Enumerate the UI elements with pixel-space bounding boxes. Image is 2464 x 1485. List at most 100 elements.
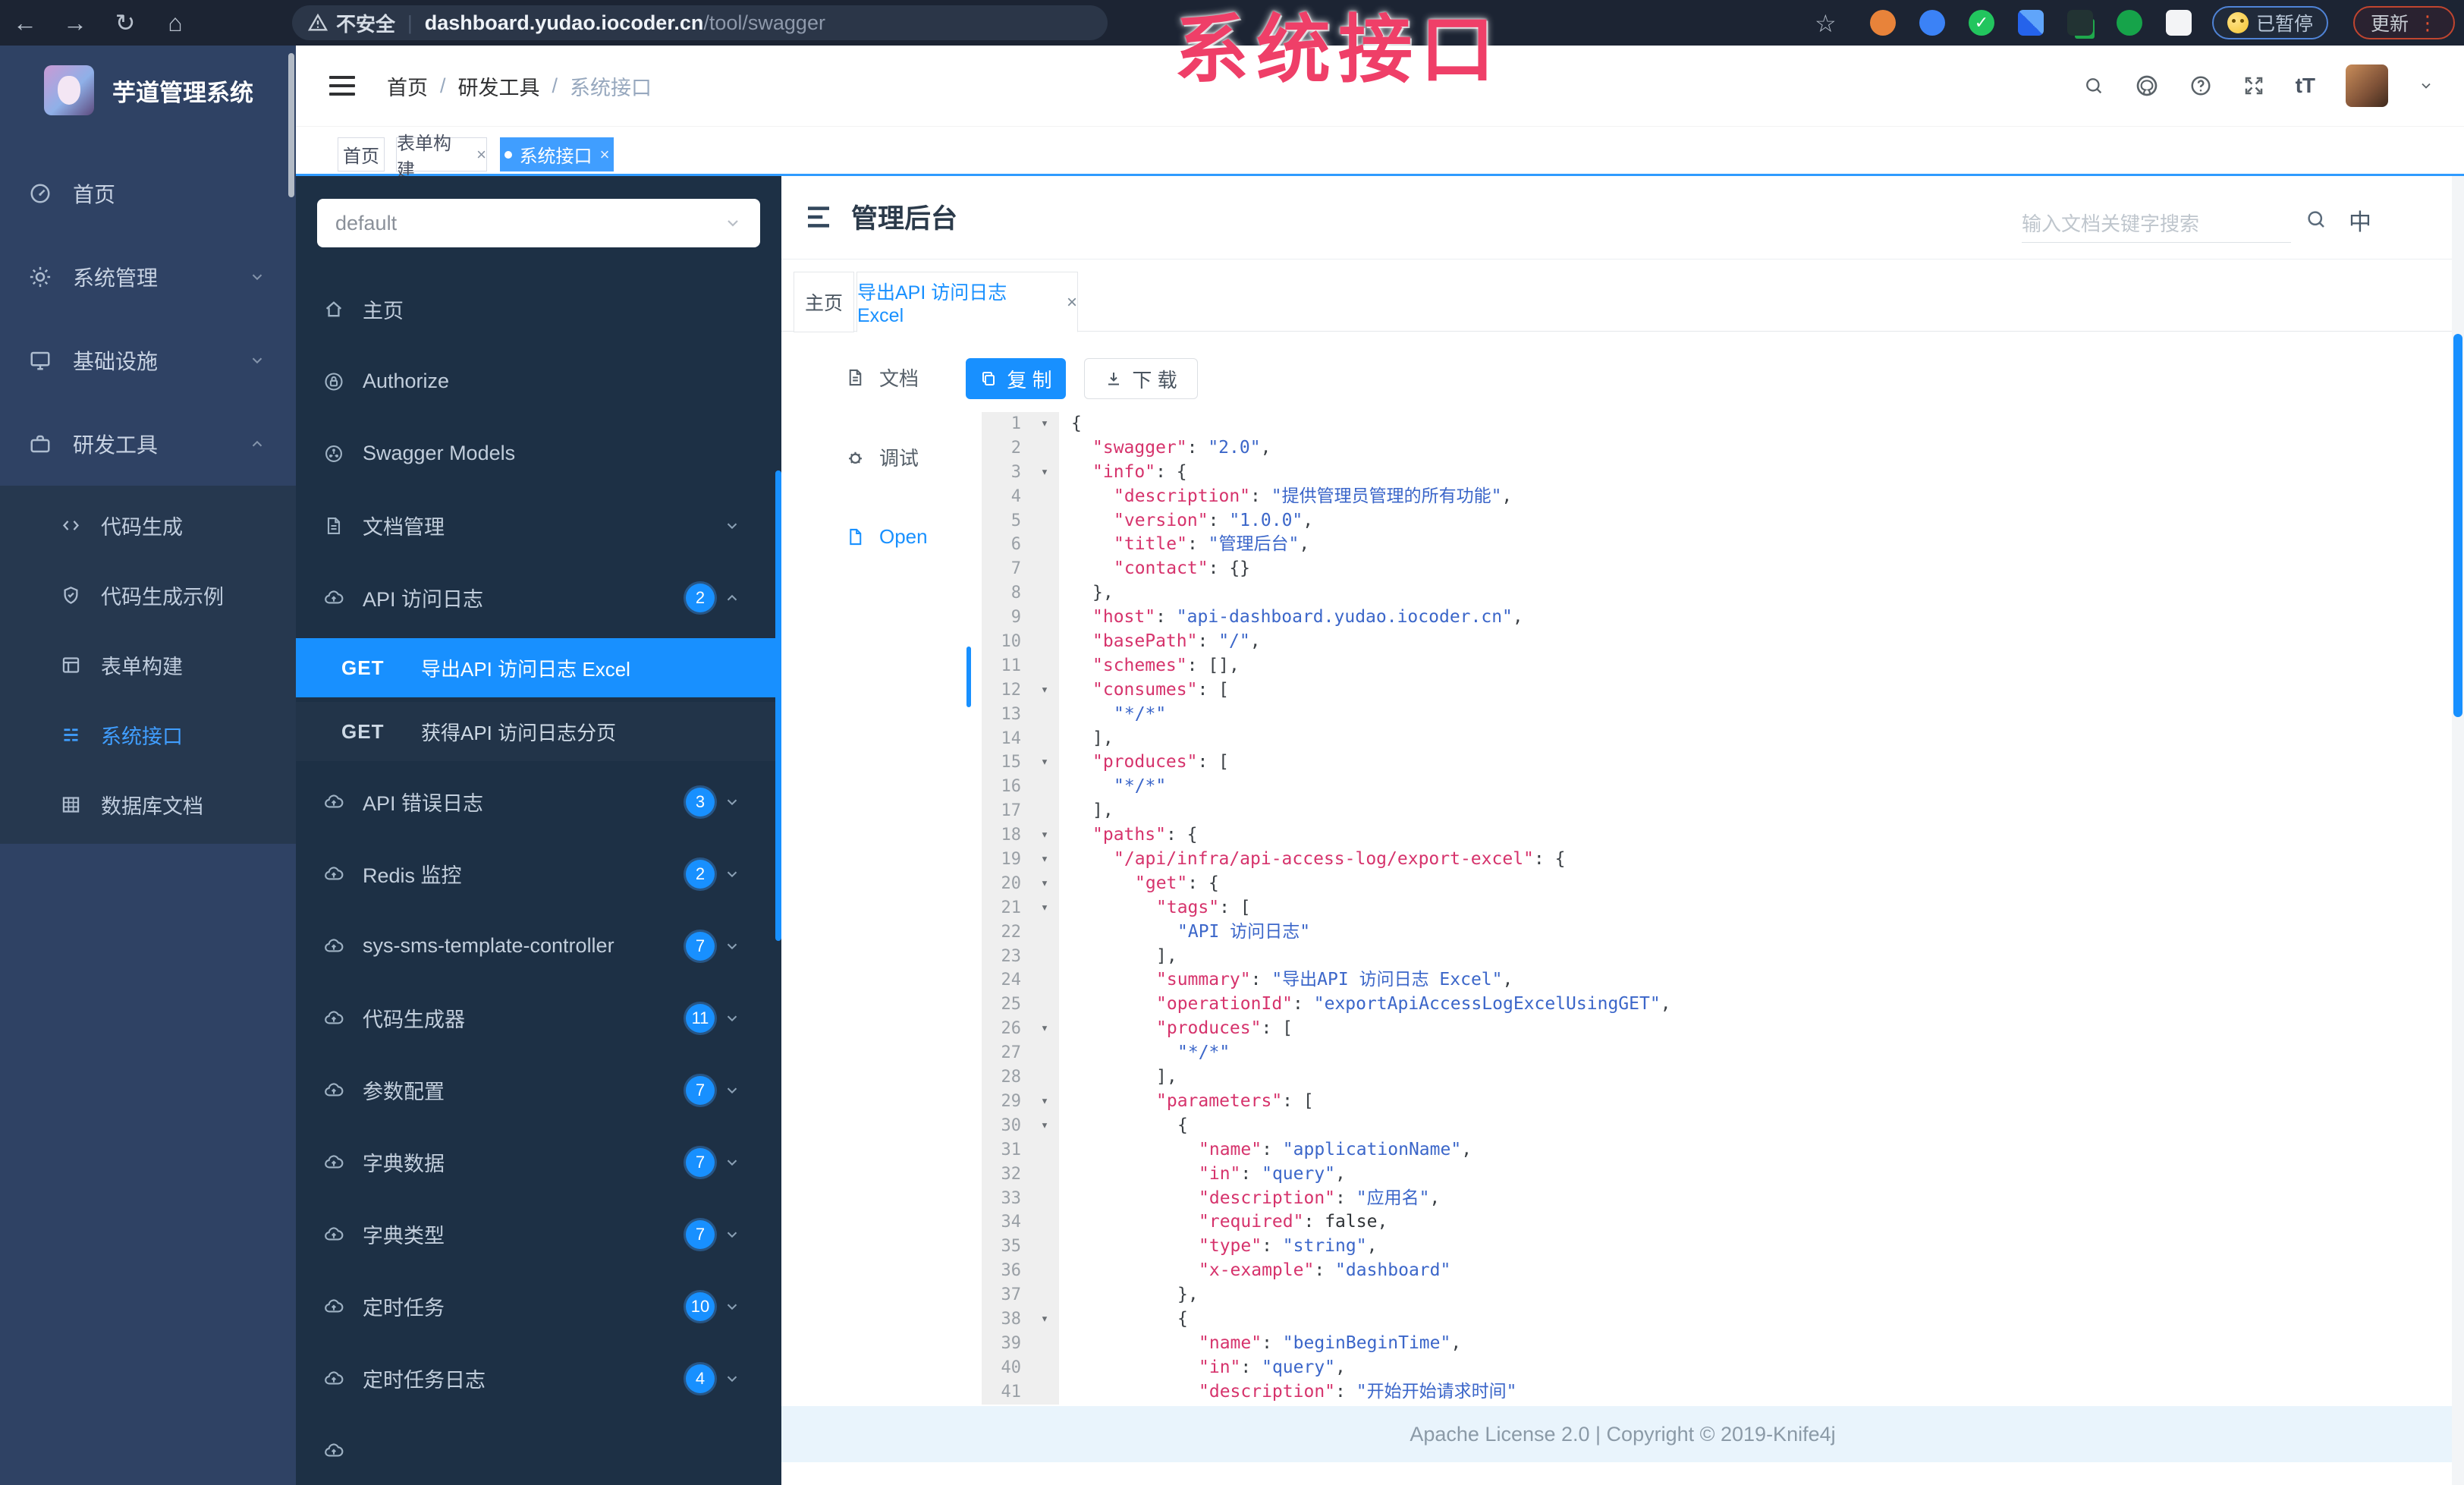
rail-item-open[interactable]: Open bbox=[781, 510, 971, 563]
fullscreen-icon[interactable] bbox=[2242, 74, 2265, 97]
insecure-warning-icon bbox=[308, 14, 328, 31]
api-operation-row[interactable]: GET 获得API 访问日志分页 bbox=[296, 702, 781, 761]
close-icon[interactable] bbox=[1067, 291, 1077, 313]
breadcrumb-tools[interactable]: 研发工具 bbox=[458, 71, 540, 101]
submenu-item-icon bbox=[62, 656, 80, 673]
swagger-menu-item[interactable]: 字典数据 7 bbox=[296, 1126, 781, 1198]
download-button[interactable]: 下 载 bbox=[1084, 358, 1198, 399]
swagger-menu-item[interactable]: 定时任务 10 bbox=[296, 1270, 781, 1342]
extension-icon-green-check[interactable]: ✓ bbox=[1969, 10, 1994, 36]
code-line: 2 "swagger": "2.0", bbox=[982, 436, 2453, 461]
api-group-select[interactable]: default bbox=[317, 199, 760, 247]
close-icon[interactable] bbox=[476, 145, 486, 165]
swagger-menu-item[interactable]: Authorize bbox=[296, 345, 781, 417]
extension-icon-leaf[interactable] bbox=[2117, 10, 2142, 36]
rail-item-debug[interactable]: 调试 bbox=[781, 430, 971, 483]
chevron-icon bbox=[727, 594, 737, 601]
code-line: 20 ▾ "get": { bbox=[982, 871, 2453, 896]
avatar-caret-icon[interactable] bbox=[2418, 78, 2434, 93]
code-line: 13 "*/*" bbox=[982, 702, 2453, 727]
font-size-icon[interactable]: tT bbox=[2296, 74, 2315, 98]
doc-tab-export-api[interactable]: 导出API 访问日志 Excel bbox=[856, 272, 1078, 332]
sidebar-menu-item[interactable]: 研发工具 bbox=[0, 402, 296, 486]
sidebar-menu-item[interactable]: 系统管理 bbox=[0, 235, 296, 319]
copy-button[interactable]: 复 制 bbox=[966, 358, 1066, 399]
breadcrumb: 首页 / 研发工具 / 系统接口 bbox=[387, 71, 652, 101]
swagger-menu-item[interactable]: 文档管理 bbox=[296, 489, 781, 562]
swagger-menu-item[interactable]: 参数配置 7 bbox=[296, 1054, 781, 1126]
swagger-scrollbar-thumb[interactable] bbox=[775, 470, 781, 941]
bug-icon bbox=[847, 451, 863, 464]
chevron-icon bbox=[727, 870, 737, 877]
swagger-item-icon bbox=[325, 1370, 344, 1384]
swagger-menu-item[interactable]: Redis 监控 2 bbox=[296, 838, 781, 910]
code-line: 10 "basePath": "/", bbox=[982, 630, 2453, 654]
swagger-menu-item[interactable] bbox=[296, 1414, 781, 1485]
extension-icon-blue[interactable] bbox=[1919, 10, 1945, 36]
app-logo-row[interactable]: 芋道管理系统 bbox=[0, 46, 296, 135]
browser-reload-icon[interactable] bbox=[100, 8, 150, 37]
hamburger-icon[interactable] bbox=[329, 71, 355, 101]
extension-icon-orange[interactable] bbox=[1870, 10, 1896, 36]
github-icon[interactable] bbox=[2135, 74, 2159, 98]
swagger-menu-item[interactable]: 主页 bbox=[296, 273, 781, 345]
swagger-menu-item[interactable]: sys-sms-template-controller 7 bbox=[296, 910, 781, 982]
code-line: 31 "name": "applicationName", bbox=[982, 1137, 2453, 1163]
count-badge: 2 bbox=[686, 859, 715, 889]
search-icon[interactable] bbox=[2083, 75, 2104, 96]
api-operation-row[interactable]: GET 导出API 访问日志 Excel bbox=[296, 638, 781, 697]
swagger-item-icon bbox=[325, 1226, 344, 1240]
tag-form-builder[interactable]: 表单构建 bbox=[396, 134, 487, 181]
browser-update-button[interactable]: 更新 bbox=[2353, 6, 2455, 39]
avatar[interactable] bbox=[2346, 64, 2388, 107]
page-scrollbar[interactable] bbox=[2452, 176, 2464, 1485]
count-badge: 7 bbox=[686, 1219, 715, 1249]
sidebar-menu-item[interactable]: 首页 bbox=[0, 152, 296, 235]
address-bar[interactable]: 不安全 | dashboard.yudao.iocoder.cn/tool/sw… bbox=[292, 5, 1108, 40]
tag-home[interactable]: 首页 bbox=[338, 137, 385, 171]
language-toggle-icon[interactable]: 中 bbox=[2349, 203, 2371, 237]
paused-button[interactable]: 已暂停 bbox=[2212, 6, 2329, 39]
browser-forward-icon[interactable] bbox=[50, 9, 100, 37]
doc-title: 管理后台 bbox=[851, 204, 958, 234]
topbar: 首页 / 研发工具 / 系统接口 tT bbox=[296, 46, 2464, 126]
sidebar-submenu-item[interactable]: 代码生成 bbox=[0, 490, 296, 560]
http-method-label: GET bbox=[341, 656, 385, 679]
sidebar-submenu-item[interactable]: 系统接口 bbox=[0, 700, 296, 769]
tag-system-api[interactable]: 系统接口 bbox=[500, 137, 614, 171]
swagger-menu-item[interactable]: API 访问日志 2 bbox=[296, 562, 781, 634]
doc-search-input[interactable] bbox=[2022, 206, 2291, 243]
code-line: 29 ▾ "parameters": [ bbox=[982, 1089, 2453, 1114]
swagger-menu-item[interactable]: 定时任务日志 4 bbox=[296, 1342, 781, 1414]
code-line: 37}, bbox=[982, 1283, 2453, 1307]
sidebar-submenu-item[interactable]: 代码生成示例 bbox=[0, 560, 296, 630]
swagger-menu-item[interactable]: 字典类型 7 bbox=[296, 1198, 781, 1270]
app-title: 芋道管理系统 bbox=[112, 79, 253, 106]
rail-active-indicator bbox=[966, 647, 971, 707]
page-scrollbar-thumb[interactable] bbox=[2453, 334, 2462, 717]
breadcrumb-home[interactable]: 首页 bbox=[387, 71, 428, 101]
extension-icon-dark-green[interactable] bbox=[2067, 10, 2093, 36]
bookmark-star-icon[interactable] bbox=[1815, 9, 1837, 38]
close-icon[interactable] bbox=[600, 145, 610, 165]
sidebar-item-icon bbox=[29, 266, 52, 288]
rail-item-doc[interactable]: 文档 bbox=[781, 351, 971, 404]
extension-icon-grid[interactable] bbox=[2018, 10, 2044, 36]
sidebar-submenu-item[interactable]: 表单构建 bbox=[0, 630, 296, 700]
browser-back-icon[interactable] bbox=[0, 9, 50, 37]
browser-home-icon[interactable] bbox=[150, 9, 200, 37]
doc-search-icon[interactable] bbox=[2305, 208, 2327, 231]
swagger-item-label: 字典类型 bbox=[363, 1225, 445, 1247]
http-method-label: GET bbox=[341, 719, 385, 743]
doc-tab-home[interactable]: 主页 bbox=[794, 272, 854, 332]
swagger-menu-item[interactable]: Swagger Models bbox=[296, 417, 781, 489]
sidebar-submenu-item[interactable]: 数据库文档 bbox=[0, 769, 296, 839]
swagger-menu-item[interactable]: 代码生成器 11 bbox=[296, 982, 781, 1054]
swagger-menu-item[interactable]: API 错误日志 3 bbox=[296, 766, 781, 838]
extension-icon-puzzle[interactable] bbox=[2166, 10, 2192, 36]
help-icon[interactable] bbox=[2189, 74, 2212, 97]
code-editor[interactable]: 1 ▾{2 "swagger": "2.0", 3 ▾ "info": {4 "descri… bbox=[982, 412, 2453, 1406]
sidebar-scrollbar[interactable] bbox=[288, 53, 294, 197]
sidebar-menu-item[interactable]: 基础设施 bbox=[0, 319, 296, 402]
browser-menu-icon[interactable] bbox=[2418, 11, 2437, 35]
